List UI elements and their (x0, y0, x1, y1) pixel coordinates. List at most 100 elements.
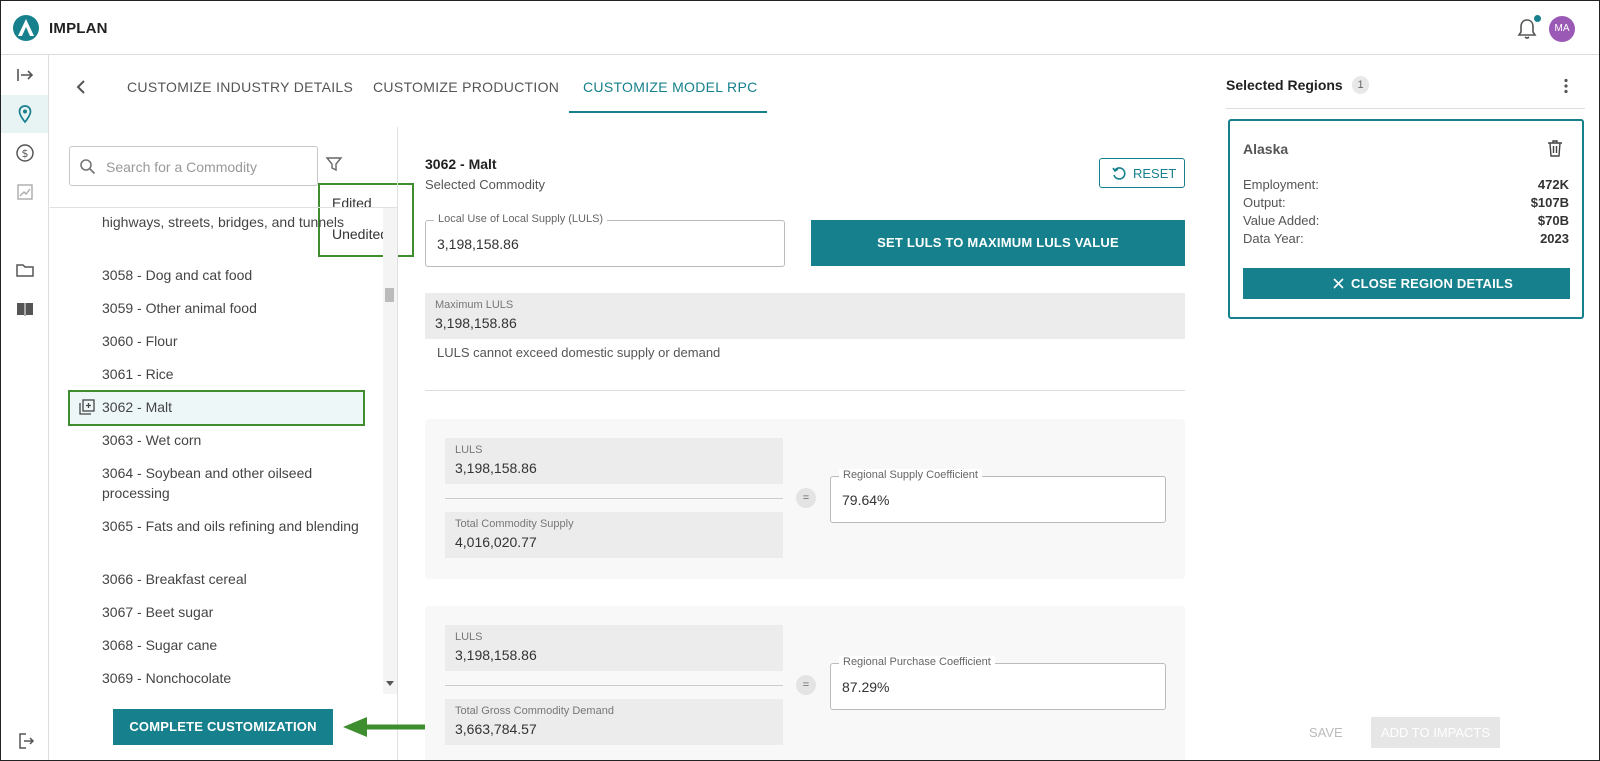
luls-helper-text: LULS cannot exceed domestic supply or de… (437, 345, 721, 360)
tab-customize-model-rpc[interactable]: CUSTOMIZE MODEL RPC (583, 79, 758, 95)
employment-label: Employment: (1243, 177, 1319, 192)
tab-customize-production[interactable]: CUSTOMIZE PRODUCTION (373, 79, 559, 95)
list-item[interactable]: 3064 - Soybean and other oilseed process… (102, 463, 372, 503)
close-region-details-button[interactable]: CLOSE REGION DETAILS (1243, 268, 1570, 299)
commodity-search-box[interactable] (69, 146, 318, 186)
logout-icon[interactable] (17, 732, 35, 750)
close-region-details-label: CLOSE REGION DETAILS (1351, 276, 1513, 291)
filter-icon[interactable] (325, 155, 343, 173)
list-item[interactable]: 3067 - Beet sugar (102, 602, 372, 622)
luls-field-label: Local Use of Local Supply (LULS) (434, 213, 608, 225)
list-item[interactable]: 3069 - Nonchocolate (102, 668, 372, 688)
equals-sign: = (796, 675, 816, 695)
reset-label: RESET (1133, 166, 1177, 181)
app-name: IMPLAN (49, 20, 108, 37)
reset-icon (1112, 167, 1126, 180)
trash-icon[interactable] (1547, 139, 1563, 157)
total-gross-commodity-demand-value: 3,663,784.57 (455, 721, 537, 737)
regional-purchase-coefficient-field[interactable]: Regional Purchase Coefficient 87.29% (830, 656, 1166, 710)
list-item[interactable]: 3065 - Fats and oils refining and blendi… (102, 516, 372, 536)
fraction-line (445, 498, 783, 499)
fraction-line (445, 685, 783, 686)
data-year-value: 2023 (1540, 231, 1569, 246)
rpc-luls-box: LULS 3,198,158.86 (445, 625, 783, 671)
user-avatar[interactable]: MA (1549, 16, 1575, 42)
luls-field-value[interactable]: 3,198,158.86 (437, 236, 519, 252)
app-window: IMPLAN MA $ CUSTOMIZE INDUSTRY DETAILS C… (0, 0, 1600, 761)
folder-icon (15, 264, 34, 277)
more-options-icon[interactable] (1563, 78, 1569, 94)
nav-docs-button[interactable] (1, 290, 48, 328)
nav-impacts-button[interactable]: $ (1, 134, 48, 172)
reset-button[interactable]: RESET (1099, 158, 1185, 188)
regional-supply-coefficient-field[interactable]: Regional Supply Coefficient 79.64% (830, 469, 1166, 523)
list-item[interactable]: 3063 - Wet corn (102, 430, 372, 450)
right-panel-divider (1226, 108, 1585, 109)
add-to-impacts-button[interactable]: ADD TO IMPACTS (1371, 717, 1500, 748)
rpc-field-value[interactable]: 87.29% (842, 679, 889, 695)
list-item[interactable]: 3060 - Flour (102, 331, 372, 351)
equals-sign: = (796, 488, 816, 508)
scroll-down-arrow-icon[interactable] (386, 681, 394, 686)
list-item[interactable]: 3068 - Sugar cane (102, 635, 372, 655)
commodity-subtitle: Selected Commodity (425, 177, 545, 192)
annotation-arrow-icon (343, 717, 434, 737)
svg-text:$: $ (21, 147, 28, 160)
dollar-circle-icon: $ (15, 144, 34, 162)
nav-regions-button[interactable] (1, 95, 48, 133)
value-added-value: $70B (1537, 213, 1569, 228)
section-divider (425, 390, 1185, 391)
edited-marker-icon (79, 399, 95, 415)
region-name: Alaska (1243, 141, 1289, 157)
tab-customize-industry-details[interactable]: CUSTOMIZE INDUSTRY DETAILS (127, 79, 353, 95)
expand-nav-button[interactable] (1, 56, 48, 94)
output-label: Output: (1243, 195, 1286, 210)
commodity-list: highways, streets, bridges, and tunnels … (50, 208, 383, 694)
commodity-search-input[interactable] (106, 156, 311, 178)
employment-value: 472K (1537, 177, 1569, 192)
chart-icon (16, 184, 33, 200)
search-icon (80, 159, 96, 175)
total-commodity-supply-value: 4,016,020.77 (455, 534, 537, 550)
data-year-label: Data Year: (1243, 231, 1304, 246)
list-item[interactable]: 3059 - Other animal food (102, 298, 372, 318)
book-icon (16, 303, 33, 316)
maximum-luls-value: 3,198,158.86 (435, 315, 517, 331)
maximum-luls-label: Maximum LULS (435, 299, 514, 311)
luls-input-field[interactable]: Local Use of Local Supply (LULS) 3,198,1… (425, 213, 785, 267)
panel-divider (397, 127, 398, 760)
implan-logo-icon (13, 15, 39, 41)
rsc-field-value[interactable]: 79.64% (842, 492, 889, 508)
expand-arrow-icon (16, 69, 33, 81)
complete-customization-button[interactable]: COMPLETE CUSTOMIZATION (113, 709, 333, 745)
commodity-title: 3062 - Malt (425, 156, 497, 172)
save-button[interactable]: SAVE (1309, 725, 1343, 740)
list-scrollbar[interactable] (383, 208, 397, 694)
total-commodity-supply-box: Total Commodity Supply 4,016,020.77 (445, 512, 783, 558)
rsc-field-label: Regional Supply Coefficient (839, 469, 982, 481)
rsc-luls-box: LULS 3,198,158.86 (445, 438, 783, 484)
left-rail: $ (1, 55, 49, 760)
total-gross-commodity-demand-label: Total Gross Commodity Demand (455, 705, 614, 717)
list-item-selected[interactable]: 3062 - Malt (102, 397, 372, 417)
list-item[interactable]: 3066 - Breakfast cereal (102, 569, 372, 589)
total-commodity-supply-label: Total Commodity Supply (455, 518, 574, 530)
set-luls-max-button[interactable]: SET LULS TO MAXIMUM LULS VALUE (811, 220, 1185, 266)
top-bar: IMPLAN MA (1, 1, 1599, 55)
notification-dot (1534, 15, 1541, 22)
list-item[interactable]: highways, streets, bridges, and tunnels (102, 212, 372, 232)
nav-projects-button[interactable] (1, 251, 48, 289)
selected-regions-count-badge: 1 (1352, 76, 1369, 94)
rsc-luls-value: 3,198,158.86 (455, 460, 537, 476)
back-chevron-icon[interactable] (71, 77, 91, 97)
scrollbar-thumb[interactable] (385, 288, 394, 302)
maximum-luls-box: Maximum LULS 3,198,158.86 (425, 293, 1185, 339)
list-item[interactable]: 3061 - Rice (102, 364, 372, 384)
map-pin-icon (18, 105, 31, 124)
nav-results-button[interactable] (1, 173, 48, 211)
list-item[interactable]: 3058 - Dog and cat food (102, 265, 372, 285)
rpc-field-label: Regional Purchase Coefficient (839, 656, 995, 668)
rsc-luls-label: LULS (455, 444, 483, 456)
rpc-luls-label: LULS (455, 631, 483, 643)
notification-bell-icon[interactable] (1517, 18, 1537, 40)
